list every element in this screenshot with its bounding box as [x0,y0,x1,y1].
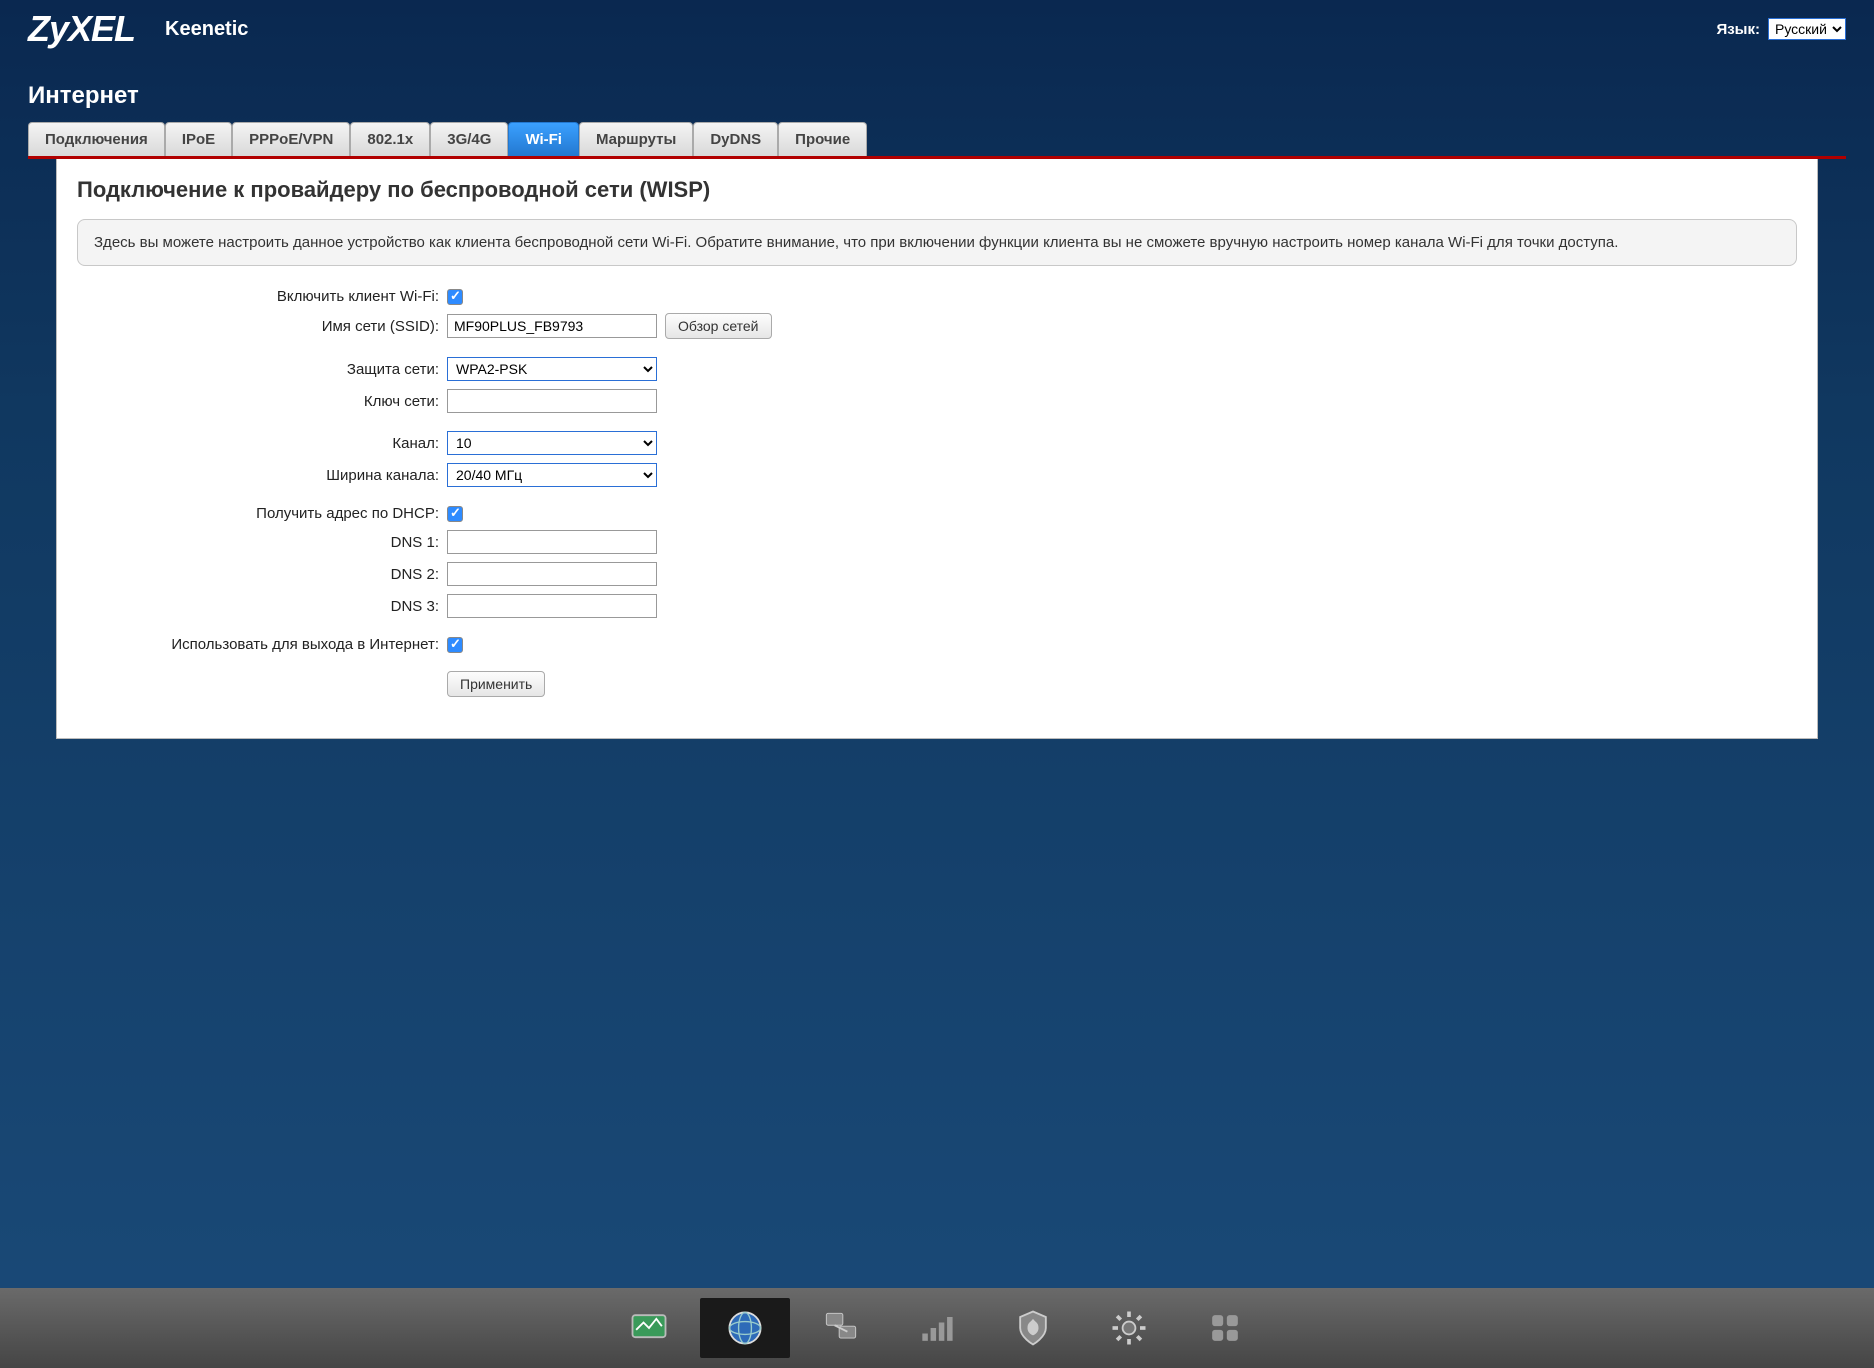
nav-network[interactable] [796,1298,886,1358]
key-input[interactable] [447,389,657,413]
tab-pppoe-vpn[interactable]: PPPoE/VPN [232,122,350,156]
page-title: Интернет [0,54,1874,122]
header: ZyXEL Keenetic Язык: Русский [0,0,1874,54]
shield-icon [1011,1306,1055,1350]
logo: ZyXEL [28,8,135,50]
globe-icon [723,1306,767,1350]
security-label: Защита сети: [77,361,447,378]
ssid-label: Имя сети (SSID): [77,318,447,335]
ssid-input[interactable] [447,314,657,338]
width-select[interactable]: 20/40 МГц [447,463,657,487]
info-box: Здесь вы можете настроить данное устройс… [77,219,1797,266]
nav-apps[interactable] [1180,1298,1270,1358]
apps-icon [1203,1306,1247,1350]
brand: ZyXEL Keenetic [28,8,248,50]
nav-wifi-bars[interactable] [892,1298,982,1358]
enable-wifi-label: Включить клиент Wi-Fi: [77,288,447,305]
dns3-input[interactable] [447,594,657,618]
tab-other[interactable]: Прочие [778,122,867,156]
monitor-icon [627,1306,671,1350]
tab-8021x[interactable]: 802.1x [350,122,430,156]
dns2-input[interactable] [447,562,657,586]
tab-ipoe[interactable]: IPoE [165,122,232,156]
channel-label: Канал: [77,435,447,452]
gear-icon [1107,1306,1151,1350]
tabs: Подключения IPoE PPPoE/VPN 802.1x 3G/4G … [28,122,1846,159]
internet-checkbox[interactable] [447,637,463,653]
enable-wifi-checkbox[interactable] [447,289,463,305]
width-label: Ширина канала: [77,467,447,484]
channel-select[interactable]: 10 [447,431,657,455]
dns1-input[interactable] [447,530,657,554]
key-label: Ключ сети: [77,393,447,410]
scan-networks-button[interactable]: Обзор сетей [665,313,772,339]
dns2-label: DNS 2: [77,566,447,583]
language-select[interactable]: Русский [1768,18,1846,40]
dhcp-label: Получить адрес по DHCP: [77,505,447,522]
network-icon [819,1306,863,1350]
apply-button[interactable]: Применить [447,671,545,697]
internet-label: Использовать для выхода в Интернет: [77,636,447,653]
nav-shield[interactable] [988,1298,1078,1358]
wifi-bars-icon [915,1306,959,1350]
dns3-label: DNS 3: [77,598,447,615]
nav-globe[interactable] [700,1298,790,1358]
nav-monitor[interactable] [604,1298,694,1358]
panel-heading: Подключение к провайдеру по беспроводной… [77,177,1797,203]
panel: Подключение к провайдеру по беспроводной… [56,159,1818,739]
bottom-nav [0,1288,1874,1368]
security-select[interactable]: WPA2-PSK [447,357,657,381]
tab-wifi[interactable]: Wi-Fi [508,122,579,156]
language-selector: Язык: Русский [1716,18,1846,40]
dhcp-checkbox[interactable] [447,506,463,522]
nav-gear[interactable] [1084,1298,1174,1358]
dns1-label: DNS 1: [77,534,447,551]
tab-3g-4g[interactable]: 3G/4G [430,122,508,156]
product-name: Keenetic [165,18,248,41]
tab-dydns[interactable]: DyDNS [693,122,778,156]
language-label: Язык: [1716,21,1760,38]
tab-routes[interactable]: Маршруты [579,122,693,156]
tab-connections[interactable]: Подключения [28,122,165,156]
